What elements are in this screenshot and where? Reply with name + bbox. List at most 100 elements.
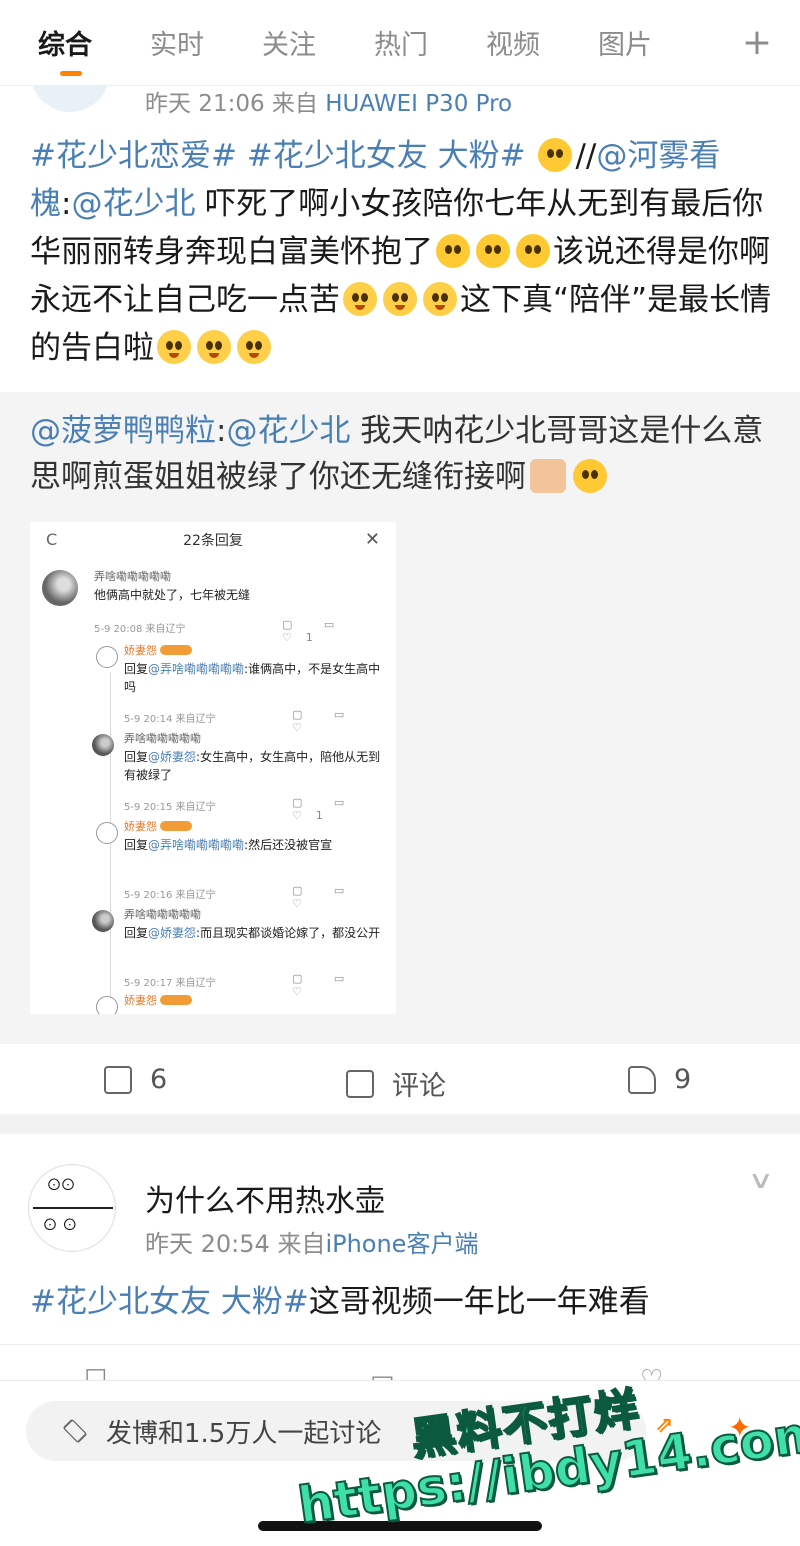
tab-images[interactable]: 图片 bbox=[598, 23, 652, 62]
avatar[interactable]: ꖴꖴ ꖴ ꖴ bbox=[28, 1164, 116, 1252]
repost-icon bbox=[104, 1065, 132, 1094]
feed-divider bbox=[0, 1114, 800, 1134]
commenter-name-text: 娇妻怨 bbox=[124, 820, 157, 833]
surprised-emoji-icon bbox=[538, 138, 573, 172]
shy-emoji-icon bbox=[343, 282, 377, 316]
screenshot-header: C 22条回复 ✕ bbox=[30, 522, 396, 558]
post-action-bar: ☐ 转发 ▭ 1 ♡ 1 bbox=[0, 1344, 800, 1384]
shy-emoji-icon bbox=[383, 282, 417, 316]
like-count: 9 bbox=[674, 1064, 692, 1095]
commenter-name-text: 娇妻怨 bbox=[124, 644, 157, 657]
repost-button[interactable]: 6 bbox=[104, 1064, 167, 1095]
post-time: 昨天 20:54 bbox=[145, 1230, 270, 1258]
post-body: #花少北女友 大粉#这哥视频一年比一年难看 bbox=[30, 1276, 650, 1321]
reply-meta: 5-9 20:17 来自辽宁 bbox=[124, 978, 216, 989]
post-source-prefix: 来自 bbox=[277, 1230, 326, 1258]
commenter-name: 娇妻怨 bbox=[124, 642, 386, 660]
reply-text: :而且现实都谈婚论嫁了，都没公开 bbox=[196, 926, 381, 940]
shy-emoji-icon bbox=[237, 330, 271, 364]
post-time: 昨天 21:06 bbox=[145, 91, 265, 117]
repost-body: @菠萝鸭鸭粒:@花少北 我天呐花少北哥哥这是什么意思啊煎蛋姐姐被绿了你还无缝衔接… bbox=[30, 408, 775, 500]
avatar-line bbox=[33, 1207, 113, 1209]
tab-comprehensive[interactable]: 综合 bbox=[38, 23, 92, 76]
mention-link[interactable]: @花少北 bbox=[71, 186, 195, 222]
search-tabs: 综合 实时 关注 热门 视频 图片 + bbox=[0, 0, 800, 86]
avatar bbox=[96, 646, 118, 668]
comment-label: 评论 bbox=[392, 1071, 446, 1102]
repost-count: 6 bbox=[150, 1064, 168, 1095]
shy-emoji-icon bbox=[423, 282, 457, 316]
reply: 弄啥嘞嘞嘞嘞嘞 回复@娇妻怨:而且现实都谈婚论嫁了，都没公开 bbox=[124, 906, 386, 942]
comment-button[interactable]: 评论 bbox=[346, 1064, 446, 1103]
reply-prefix: 回复 bbox=[124, 838, 149, 852]
shy-emoji-icon bbox=[157, 330, 191, 364]
avatar-face-icon: ꖴꖴ bbox=[47, 1175, 76, 1196]
hashtag-link[interactable]: #花少北女友 大粉# bbox=[247, 138, 526, 174]
post-action-bar: 6 评论 9 bbox=[0, 1044, 800, 1114]
pen-icon bbox=[62, 1418, 88, 1444]
post-source-prefix: 来自 bbox=[271, 91, 318, 117]
mention-link: @弄啥嘞嘞嘞嘞嘞 bbox=[148, 838, 245, 852]
comment-icon bbox=[346, 1069, 374, 1098]
compose-placeholder: 发博和1.5万人一起讨论 bbox=[106, 1418, 382, 1449]
mention-link: @娇妻怨 bbox=[148, 750, 197, 764]
avatar bbox=[96, 822, 118, 844]
commenter-name: 娇妻怨 bbox=[124, 818, 386, 836]
tab-video[interactable]: 视频 bbox=[486, 23, 540, 62]
hashtag-link[interactable]: #花少北女友 大粉# bbox=[30, 1284, 309, 1320]
avatar-face-icon: ꖴ ꖴ bbox=[43, 1215, 77, 1236]
close-icon: ✕ bbox=[364, 529, 380, 550]
commenter-name-text: 娇妻怨 bbox=[124, 994, 157, 1007]
reply: 弄啥嘞嘞嘞嘞嘞 回复@娇妻怨:女生高中，女生高中，陪他从无到有被绿了 bbox=[124, 730, 386, 784]
commenter-name: 娇妻怨 bbox=[124, 992, 386, 1010]
like-button[interactable]: 9 bbox=[628, 1064, 691, 1095]
surprised-emoji-icon bbox=[436, 234, 470, 268]
surprised-emoji-icon bbox=[476, 234, 510, 268]
reply-prefix: 回复 bbox=[124, 926, 149, 940]
vip-badge-icon bbox=[160, 645, 192, 655]
mention-link[interactable]: @菠萝鸭鸭粒 bbox=[30, 413, 216, 449]
reply-text: :然后还没被官宣 bbox=[244, 838, 333, 852]
vip-badge-icon bbox=[160, 821, 192, 831]
shy-emoji-icon bbox=[197, 330, 231, 364]
reply-meta: 5-9 20:15 来自辽宁 bbox=[124, 802, 216, 813]
repost-separator: // bbox=[575, 138, 597, 174]
reply: 娇妻怨 回复@弄啥嘞嘞嘞嘞嘞:谁俩高中，不是女生高中吗 bbox=[124, 642, 386, 696]
colon-text: : bbox=[61, 186, 72, 222]
avatar bbox=[96, 996, 118, 1014]
reply-meta: 5-9 20:14 来自辽宁 bbox=[124, 714, 216, 725]
reply-meta: 5-9 20:16 来自辽宁 bbox=[124, 890, 216, 901]
thumbs-up-icon bbox=[628, 1065, 656, 1094]
screenshot-title: 22条回复 bbox=[183, 533, 243, 549]
comment-text: 他俩高中就处了，七年被无缝 bbox=[94, 588, 251, 602]
avatar bbox=[92, 734, 114, 756]
comment-screenshot-image[interactable]: C 22条回复 ✕ 弄啥嘞嘞嘞嘞嘞 他俩高中就处了，七年被无缝 5-9 20:0… bbox=[30, 522, 396, 1014]
colon-text: : bbox=[216, 413, 227, 449]
thumbs-up-emoji-icon bbox=[530, 459, 566, 493]
add-tab-icon[interactable]: + bbox=[742, 22, 772, 63]
tab-realtime[interactable]: 实时 bbox=[150, 23, 204, 62]
tab-following[interactable]: 关注 bbox=[262, 23, 316, 62]
reply-prefix: 回复 bbox=[124, 662, 149, 676]
reply: 娇妻怨 回复@弄啥嘞嘞嘞嘞嘞:然后还没被官宣 bbox=[124, 818, 386, 854]
post-meta: 昨天 20:54 来自iPhone客户端 bbox=[145, 1224, 478, 1259]
refresh-icon: C bbox=[46, 530, 58, 549]
mention-link[interactable]: @花少北 bbox=[226, 413, 350, 449]
comment: 弄啥嘞嘞嘞嘞嘞 他俩高中就处了，七年被无缝 bbox=[94, 568, 384, 604]
comment-actions-icon: ▢ ▭ ♡1 bbox=[282, 618, 349, 644]
avatar bbox=[92, 910, 114, 932]
commenter-name: 弄啥嘞嘞嘞嘞嘞 bbox=[124, 732, 201, 745]
comment-meta: 5-9 20:08 来自辽宁 bbox=[94, 624, 186, 635]
hashtag-link[interactable]: #花少北恋爱# bbox=[30, 138, 237, 174]
reposted-content[interactable]: @菠萝鸭鸭粒:@花少北 我天呐花少北哥哥这是什么意思啊煎蛋姐姐被绿了你还无缝衔接… bbox=[0, 392, 800, 1044]
mention-link: @娇妻怨 bbox=[148, 926, 197, 940]
author-name[interactable]: 为什么不用热水壶 bbox=[145, 1176, 385, 1220]
post-source: iPhone客户端 bbox=[325, 1230, 479, 1258]
post-meta: 昨天 21:06 来自 HUAWEI P30 Pro bbox=[145, 84, 512, 118]
chevron-down-icon[interactable]: ∨ bbox=[748, 1166, 774, 1194]
commenter-name: 弄啥嘞嘞嘞嘞嘞 bbox=[94, 570, 171, 583]
vip-badge-icon bbox=[160, 995, 192, 1005]
reply: 娇妻怨 bbox=[124, 992, 386, 1010]
tab-hot[interactable]: 热门 bbox=[374, 23, 428, 62]
commenter-name: 弄啥嘞嘞嘞嘞嘞 bbox=[124, 908, 201, 921]
